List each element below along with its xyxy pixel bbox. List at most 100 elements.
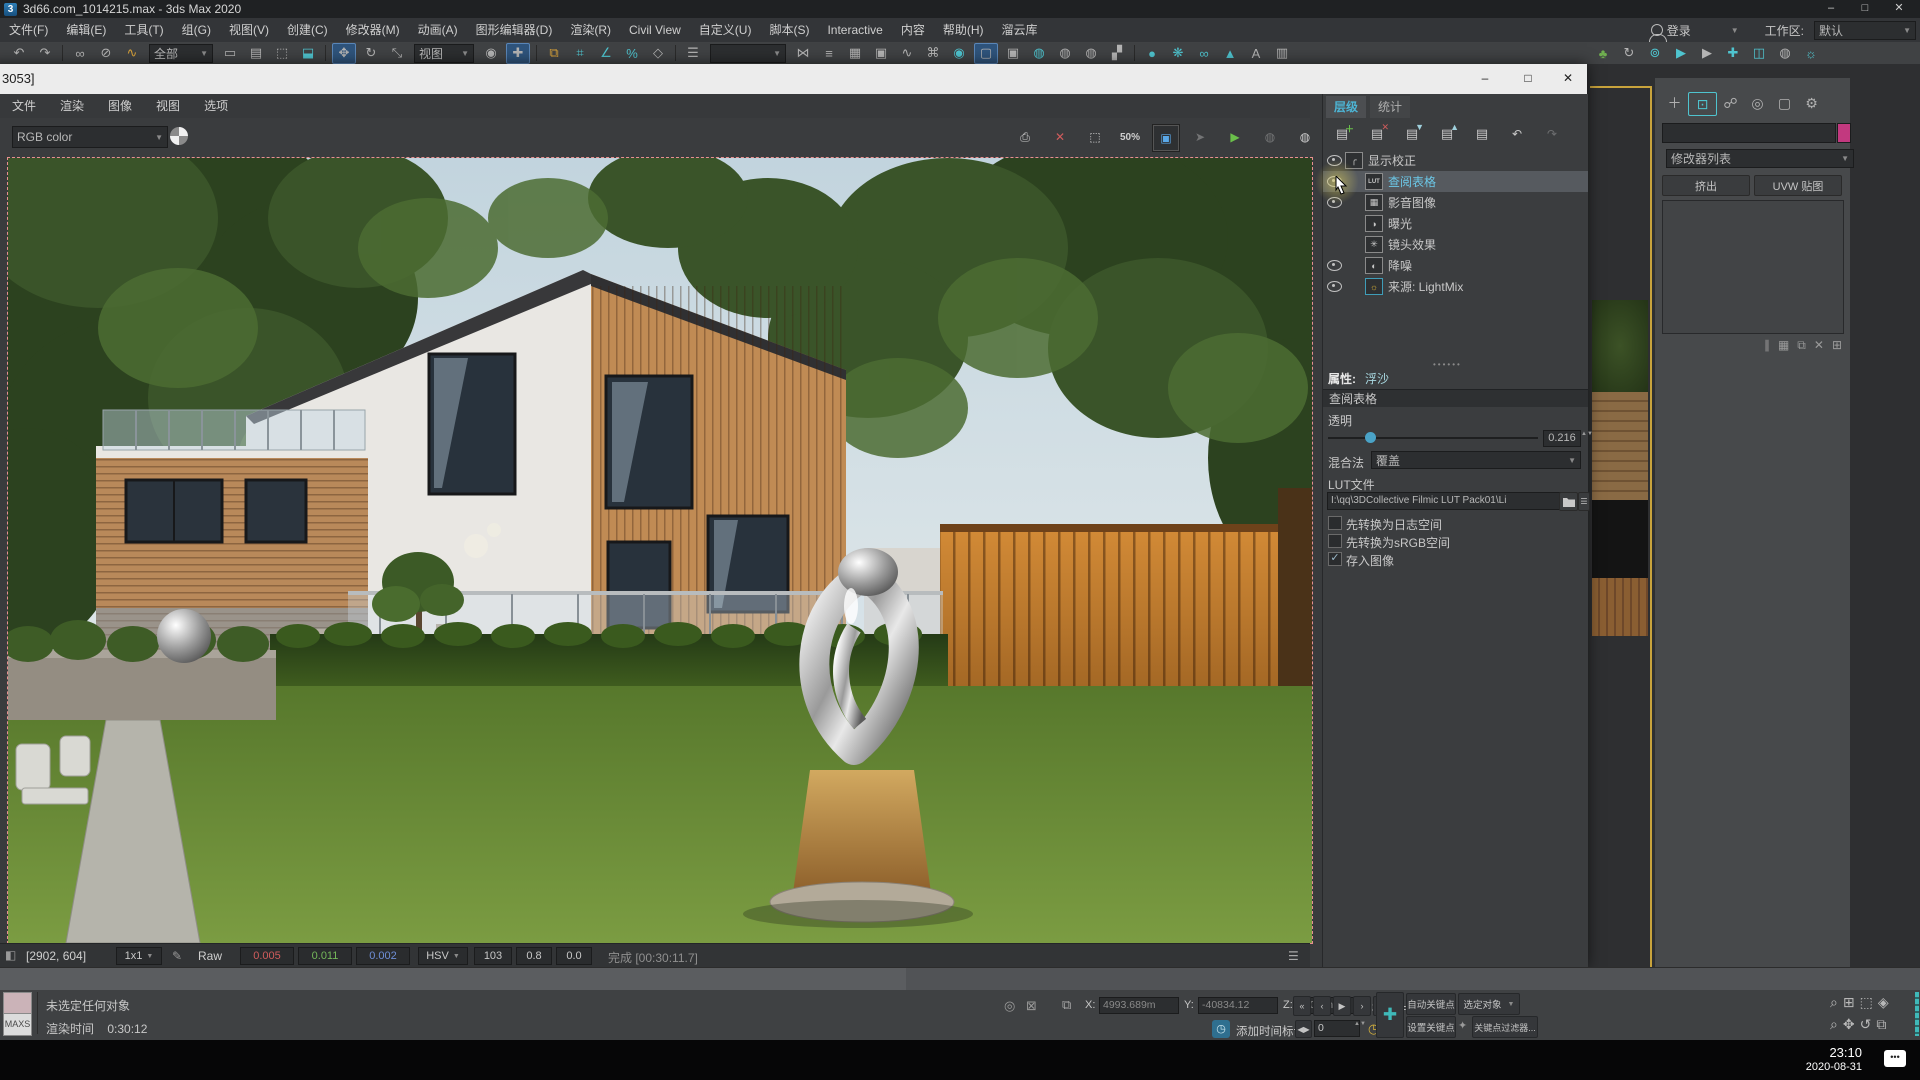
layer-row-0[interactable]: ╭显示校正 xyxy=(1323,150,1588,171)
modifier-button-extrude[interactable]: 挤出 xyxy=(1662,175,1750,196)
macro-recorder-field[interactable] xyxy=(3,992,32,1014)
clear-image-icon[interactable]: ✕ xyxy=(1047,124,1073,150)
aa-quality-icon[interactable]: A xyxy=(1245,44,1267,63)
layer-label[interactable]: 镜头效果 xyxy=(1388,236,1436,253)
visibility-eye-icon[interactable] xyxy=(1327,281,1342,292)
render-production-icon[interactable]: ◍ xyxy=(1028,44,1050,63)
select-scale-icon[interactable]: ⤡ xyxy=(386,44,408,63)
app-menu-item-9[interactable]: 渲染(R) xyxy=(561,18,620,42)
snap-toggle-icon[interactable]: ⌗ xyxy=(569,44,591,63)
rendered-image[interactable] xyxy=(8,158,1312,943)
object-name-field[interactable] xyxy=(1662,123,1836,143)
viewport-frame-icon[interactable]: ▣ xyxy=(1152,124,1180,152)
align-icon[interactable]: ≡ xyxy=(818,44,840,63)
show-end-result-icon[interactable]: ▦ xyxy=(1778,338,1789,353)
selection-filter-dropdown[interactable]: 全部▼ xyxy=(149,44,213,63)
modifier-stack-list[interactable] xyxy=(1662,200,1844,334)
render-teapot-icon[interactable]: ◍ xyxy=(1292,124,1318,150)
app-minimize-button[interactable]: – xyxy=(1814,0,1848,18)
app-menu-item-10[interactable]: Civil View xyxy=(620,18,690,42)
redo-icon[interactable]: ↷ xyxy=(34,44,56,63)
alpha-sphere-icon[interactable] xyxy=(170,127,188,145)
track-mouse-icon[interactable]: ➤ xyxy=(1187,124,1213,150)
maximize-viewport-icon[interactable]: ⧉ xyxy=(1876,1016,1886,1033)
tab-display[interactable]: ▢ xyxy=(1771,92,1798,114)
checkbox-2[interactable]: ✓ xyxy=(1328,552,1342,566)
spray-icon[interactable]: ❋ xyxy=(1167,44,1189,63)
tab-modify[interactable]: ⊡ xyxy=(1688,92,1717,116)
sphere-check-icon[interactable]: ● xyxy=(1141,44,1163,63)
selected-filter-dropdown[interactable]: 选定对象▼ xyxy=(1458,993,1520,1015)
region-render-icon[interactable]: ⬚ xyxy=(1082,124,1108,150)
layer-row-4[interactable]: ✳镜头效果 xyxy=(1323,234,1588,255)
modifier-button-uvw-map[interactable]: UVW 贴图 xyxy=(1754,175,1842,196)
select-manipulate-icon[interactable]: ✚ xyxy=(506,43,530,64)
render-teapot-dim-icon[interactable]: ◍ xyxy=(1257,124,1283,150)
prev-frame-icon[interactable]: ‹ xyxy=(1313,996,1331,1016)
angle-snap-icon[interactable]: ∠ xyxy=(595,44,617,63)
save-image-icon[interactable]: ⎙ xyxy=(1012,124,1038,150)
app-menu-item-3[interactable]: 组(G) xyxy=(173,18,220,42)
configure-modifier-icon[interactable]: ⊞ xyxy=(1832,338,1842,353)
workspace-dropdown[interactable]: 默认▼ xyxy=(1814,21,1916,40)
panel-icon[interactable]: ▥ xyxy=(1271,44,1293,63)
render-last-teapot-icon[interactable]: ▶ xyxy=(1222,124,1248,150)
vfb-titlebar[interactable]: 3053] – □ ✕ xyxy=(0,64,1587,94)
app-menu-item-2[interactable]: 工具(T) xyxy=(115,18,172,42)
transform-gizmo-icon[interactable]: ⧉ xyxy=(1062,997,1071,1013)
zoom-all-icon[interactable]: ⊞ xyxy=(1843,994,1855,1011)
layer-row-3[interactable]: ◑曝光 xyxy=(1323,213,1588,234)
curve-editor-icon[interactable]: ∿ xyxy=(896,44,918,63)
set-key-button[interactable]: 设置关键点 xyxy=(1406,1016,1456,1038)
save-layers-icon[interactable]: ▤▼ xyxy=(1399,122,1425,146)
wireframe-color-swatch[interactable] xyxy=(1837,123,1851,143)
fov-icon[interactable]: ⌕ xyxy=(1830,1016,1838,1033)
teapot-icon[interactable]: ◍ xyxy=(1774,44,1796,63)
zoom-icon[interactable]: ⌕ xyxy=(1830,994,1838,1011)
layered-spheres-icon[interactable]: ⊚ xyxy=(1644,44,1666,63)
update-circle-icon[interactable]: ↻ xyxy=(1618,44,1640,63)
zoom-region-icon[interactable]: ◈ xyxy=(1878,994,1889,1011)
auto-key-button[interactable]: 自动关键点 xyxy=(1406,993,1456,1015)
layer-manager-icon[interactable]: ▦ xyxy=(844,44,866,63)
vfb-minimize-button[interactable]: – xyxy=(1470,70,1500,88)
bulb-icon[interactable]: ☼ xyxy=(1800,44,1822,63)
isolate-toggle-icon[interactable]: ◎ xyxy=(1004,998,1015,1014)
forest-tool-icon[interactable]: ♣ xyxy=(1592,44,1614,63)
sequence-box-icon[interactable]: ▶ xyxy=(1696,44,1718,63)
app-menu-item-13[interactable]: Interactive xyxy=(818,18,891,42)
pin-stack-icon[interactable]: ∥ xyxy=(1764,338,1770,353)
app-menu-item-5[interactable]: 创建(C) xyxy=(278,18,337,42)
layer-label[interactable]: 降噪 xyxy=(1388,257,1412,274)
tab-utilities[interactable]: ⚙ xyxy=(1798,92,1825,114)
login-dropdown-arrow-icon[interactable]: ▼ xyxy=(1731,26,1739,35)
layer-row-2[interactable]: ▦影音图像 xyxy=(1323,192,1588,213)
opacity-spinner[interactable]: ▲▼ xyxy=(1581,430,1588,447)
undo-layers-icon[interactable]: ↶ xyxy=(1504,122,1530,146)
tab-stats[interactable]: 统计 xyxy=(1370,96,1410,118)
layer-label[interactable]: 来源: LightMix xyxy=(1388,278,1463,295)
stats-menu-icon[interactable]: ☰ xyxy=(1288,949,1299,963)
app-menu-item-16[interactable]: 溜云库 xyxy=(993,18,1047,42)
delete-layer-icon[interactable]: ▤✕ xyxy=(1364,122,1390,146)
vfb-channel-dropdown[interactable]: RGB color▼ xyxy=(12,126,168,148)
remove-modifier-icon[interactable]: ✕ xyxy=(1814,338,1824,353)
layer-row-6[interactable]: ☼来源: LightMix xyxy=(1323,276,1588,297)
maxscript-mini-listener[interactable]: MAXS xyxy=(3,1013,32,1036)
vfb-close-button[interactable]: ✕ xyxy=(1553,70,1583,88)
vfb-maximize-button[interactable]: □ xyxy=(1513,70,1543,88)
app-menu-item-1[interactable]: 编辑(E) xyxy=(57,18,115,42)
checkbox-1[interactable] xyxy=(1328,534,1342,548)
tab-layers[interactable]: 层级 xyxy=(1326,96,1366,118)
undo-icon[interactable]: ↶ xyxy=(8,44,30,63)
app-menu-item-12[interactable]: 脚本(S) xyxy=(760,18,818,42)
go-start-icon[interactable]: « xyxy=(1293,996,1311,1016)
drop-icon[interactable]: ▲ xyxy=(1219,44,1241,63)
select-by-name-icon[interactable]: ▤ xyxy=(245,44,267,63)
opacity-value-field[interactable]: 0.216 xyxy=(1543,430,1581,447)
render-last-icon[interactable]: ◍ xyxy=(1080,44,1102,63)
app-menu-item-11[interactable]: 自定义(U) xyxy=(690,18,761,42)
reference-coord-dropdown[interactable]: 视图▼ xyxy=(414,44,474,63)
layer-list-icon[interactable]: ▤ xyxy=(1469,122,1495,146)
vfb-menu-item-0[interactable]: 文件 xyxy=(0,94,48,118)
